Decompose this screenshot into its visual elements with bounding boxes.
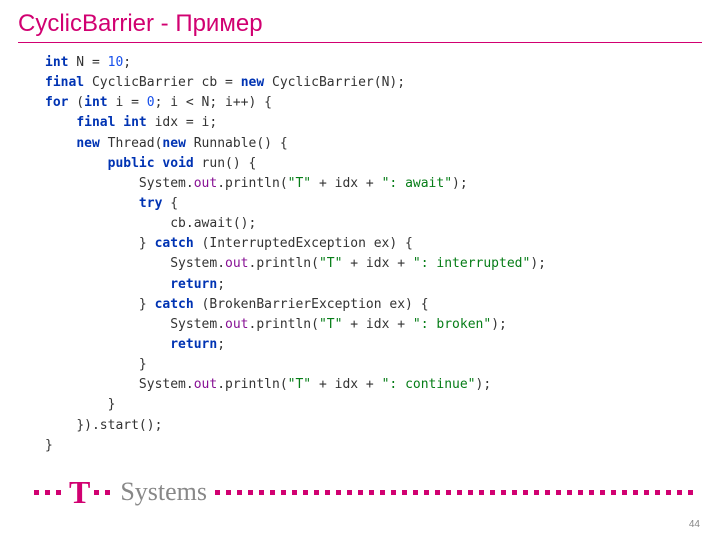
slide-title: CyclicBarrier - Пример xyxy=(0,0,720,42)
code-line: } xyxy=(45,355,702,375)
code-line: final CyclicBarrier cb = new CyclicBarri… xyxy=(45,73,702,93)
code-line: }).start(); xyxy=(45,416,702,436)
code-line: cb.await(); xyxy=(45,214,702,234)
code-line: System.out.println("T" + idx + ": await"… xyxy=(45,174,702,194)
code-line: System.out.println("T" + idx + ": interr… xyxy=(45,254,702,274)
logo-dots-mid xyxy=(94,490,116,495)
code-line: } catch (InterruptedException ex) { xyxy=(45,234,702,254)
code-line: return; xyxy=(45,275,702,295)
code-line: } xyxy=(45,395,702,415)
page-number: 44 xyxy=(689,519,700,530)
code-line: for (int i = 0; i < N; i++) { xyxy=(45,93,702,113)
code-block: int N = 10; final CyclicBarrier cb = new… xyxy=(0,53,720,456)
dots-trail xyxy=(215,490,720,495)
slide: CyclicBarrier - Пример int N = 10; final… xyxy=(0,0,720,540)
title-underline xyxy=(18,42,702,43)
code-line: System.out.println("T" + idx + ": broken… xyxy=(45,315,702,335)
code-line: final int idx = i; xyxy=(45,113,702,133)
logo-systems-text: Systems xyxy=(120,479,207,505)
code-line: return; xyxy=(45,335,702,355)
code-line: int N = 10; xyxy=(45,53,702,73)
code-line: new Thread(new Runnable() { xyxy=(45,134,702,154)
code-line: System.out.println("T" + idx + ": contin… xyxy=(45,375,702,395)
code-line: } xyxy=(45,436,702,456)
code-line: try { xyxy=(45,194,702,214)
logo-t-icon: T xyxy=(69,476,90,508)
code-line: public void run() { xyxy=(45,154,702,174)
footer: T Systems xyxy=(0,472,720,512)
code-line: } catch (BrokenBarrierException ex) { xyxy=(45,295,702,315)
logo-dots-left xyxy=(34,490,67,495)
